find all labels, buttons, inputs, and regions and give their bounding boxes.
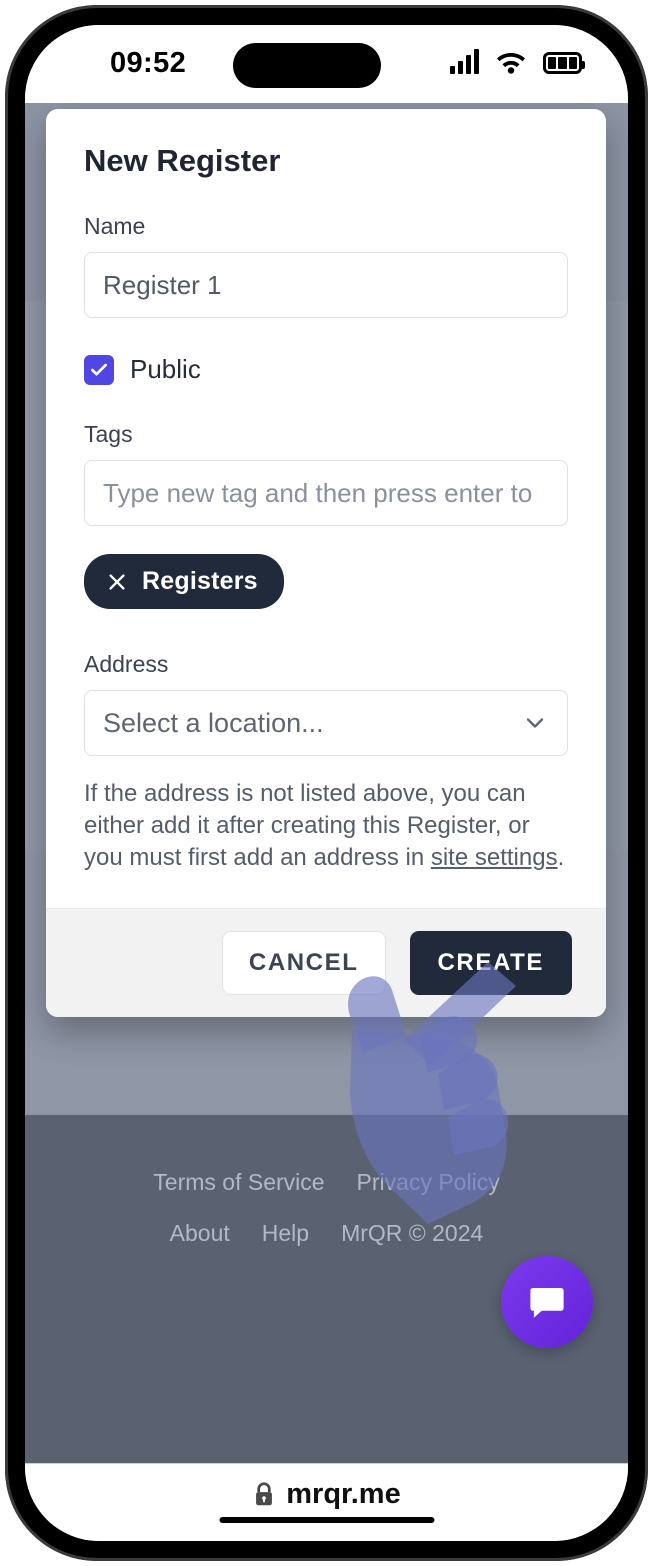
dialog-footer: CANCEL CREATE [46, 907, 606, 1017]
wifi-icon [497, 53, 525, 74]
footer-links-row-secondary: About Help MrQR © 2024 [25, 1220, 628, 1247]
privacy-policy-link[interactable]: Privacy Policy [357, 1169, 500, 1196]
checkmark-icon [91, 363, 107, 375]
chat-fab-button[interactable] [501, 1256, 593, 1348]
site-settings-link[interactable]: site settings [431, 844, 558, 871]
public-checkbox[interactable] [84, 354, 114, 385]
phone-frame: MrQR Terms of Service Privacy Policy Abo… [5, 5, 648, 1561]
create-button[interactable]: CREATE [409, 930, 572, 995]
address-help-text-part2: . [557, 843, 565, 871]
phone-screen: MrQR Terms of Service Privacy Policy Abo… [25, 25, 628, 1541]
battery-icon [543, 52, 585, 74]
url-row[interactable]: mrqr.me [25, 1478, 628, 1511]
chat-bubble-icon [530, 1288, 564, 1318]
chevron-down-icon[interactable] [521, 709, 549, 737]
dynamic-island [233, 43, 381, 88]
status-bar-time: 09:52 [110, 47, 187, 79]
help-link[interactable]: Help [262, 1220, 309, 1247]
about-link[interactable]: About [170, 1220, 230, 1247]
address-select-value: Select a location... [103, 707, 324, 738]
url-text: mrqr.me [286, 1478, 401, 1510]
tag-chip-registers[interactable]: Registers [84, 554, 284, 609]
tags-input-placeholder: Type new tag and then press enter to [103, 477, 533, 508]
address-field-label: Address [84, 651, 169, 677]
footer-links-row-primary: Terms of Service Privacy Policy [25, 1169, 628, 1196]
address-field-group: Address Select a location... If the addr… [84, 651, 568, 874]
home-indicator [219, 1517, 434, 1523]
public-checkbox-row[interactable]: Public [84, 354, 568, 385]
new-register-dialog: New Register Name Register 1 Public Tags… [46, 109, 606, 1017]
status-bar: 09:52 [25, 25, 628, 103]
cellular-signal-icon [450, 49, 479, 74]
close-icon[interactable] [106, 571, 128, 593]
cancel-button[interactable]: CANCEL [221, 930, 386, 995]
name-field-group: Name Register 1 [84, 213, 568, 318]
browser-bottom-bar: mrqr.me [25, 1463, 628, 1541]
name-input-value: Register 1 [103, 269, 222, 300]
address-help-text: If the address is not listed above, you … [84, 778, 568, 874]
dialog-body: New Register Name Register 1 Public Tags… [46, 109, 606, 908]
name-input[interactable]: Register 1 [84, 252, 568, 318]
public-checkbox-label: Public [130, 354, 201, 384]
copyright-text: MrQR © 2024 [341, 1220, 484, 1246]
address-select[interactable]: Select a location... [84, 690, 568, 756]
tags-field-group: Tags Type new tag and then press enter t… [84, 421, 568, 609]
tags-field-label: Tags [84, 421, 133, 447]
tag-chip-label: Registers [142, 567, 258, 595]
lock-icon [256, 1482, 273, 1506]
status-bar-icons [450, 49, 585, 74]
terms-of-service-link[interactable]: Terms of Service [153, 1169, 324, 1196]
tags-input[interactable]: Type new tag and then press enter to [84, 460, 568, 526]
name-field-label: Name [84, 213, 146, 239]
dialog-title: New Register [84, 143, 281, 178]
